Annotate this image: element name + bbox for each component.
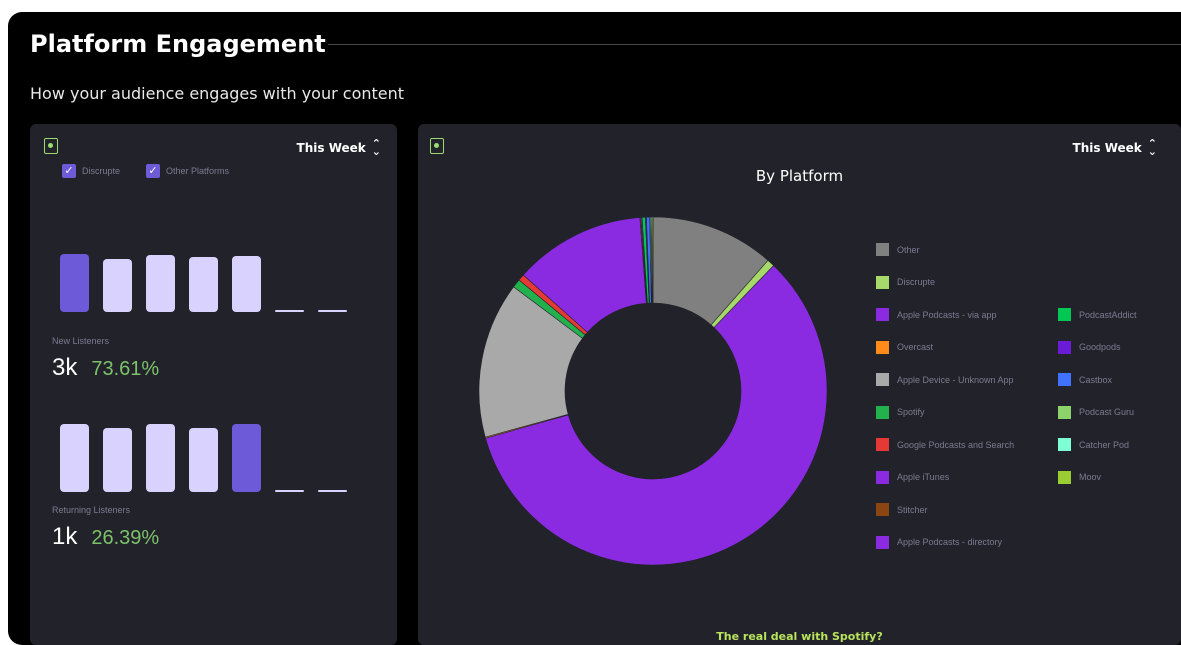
page-subtitle: How your audience engages with your cont… [30,84,405,103]
returning-listeners-count: 1k [52,523,78,550]
legend-label: Other [897,244,920,255]
legend-item-2[interactable]: Discrupte [876,275,936,289]
new-listeners-bar-2 [103,259,132,312]
legend-swatch [876,373,889,386]
checkbox-icon[interactable]: ✓ [146,164,160,178]
legend-label: Apple Podcasts - directory [897,537,1003,547]
legend-item-6[interactable]: Spotify [876,405,925,419]
spotify-article-link[interactable]: The real deal with Spotify? [418,630,1181,643]
legend-label: Moov [1079,472,1102,482]
legend-discrupte[interactable]: ✓ Discrupte [62,164,120,178]
legend-item-1[interactable]: Other [876,243,920,256]
new-listeners-metric: 3k 73.61% [52,354,159,382]
legend-label: Catcher Pod [1079,439,1130,450]
dashboard-panel: Platform Engagement How your audience en… [8,12,1181,645]
export-icon[interactable] [44,138,58,154]
sort-chevron-icon: ⌃ ⌄ [1147,137,1157,158]
returning-listeners-percent: 26.39% [91,527,160,549]
legend-swatch [876,438,889,451]
export-icon[interactable] [430,138,444,154]
legend-label: Podcast Guru [1079,407,1135,417]
legend-label: Goodpods [1079,342,1121,352]
legend-label: Castbox [1079,374,1113,385]
legend-swatch [1058,405,1071,419]
legend-label: Apple Device - Unknown App [897,374,1014,385]
legend-label: Google Podcasts and Search [897,439,1015,450]
legend-swatch [876,470,889,484]
legend-item-9[interactable]: Stitcher [876,503,928,516]
legend-swatch [876,405,889,419]
legend-swatch [1058,340,1071,354]
chart-title: By Platform [755,167,844,185]
listeners-card: This Week ⌃ ⌄ ✓ Discrupte ✓ Other Platfor… [30,124,397,645]
legend-label: Other Platforms [166,166,230,176]
legend-label: PodcastAddict [1079,309,1137,320]
legend-item-11[interactable]: PodcastAddict [1058,308,1137,321]
new-listeners-bar-6 [275,310,304,312]
returning-listeners-metric: 1k 26.39% [52,523,159,551]
new-listeners-bar-5 [232,256,261,312]
period-select-right[interactable]: This Week ⌃ ⌄ [1072,137,1157,158]
legend-other-platforms[interactable]: ✓ Other Platforms [146,164,229,178]
sort-chevron-icon: ⌃ ⌄ [371,137,381,158]
legend-label: Discrupte [82,166,121,176]
returning-listeners-bar-4 [189,428,218,492]
period-label: This Week [296,141,366,155]
legend-swatch [1058,373,1071,386]
legend-swatch [876,275,889,289]
donut-slice-16[interactable] [651,216,654,304]
returning-listeners-bar-2 [103,428,132,492]
legend-item-13[interactable]: Castbox [1058,373,1112,386]
new-listeners-bar-1 [60,254,89,312]
legend-label: Spotify [897,407,925,417]
platform-donut-chart [478,216,828,566]
legend-swatch [876,503,889,516]
legend-swatch [876,340,889,354]
legend-label: Apple Podcasts - via app [897,309,997,320]
returning-listeners-bar-6 [275,490,304,492]
checkbox-icon[interactable]: ✓ [62,164,76,178]
legend-item-10[interactable]: Apple Podcasts - directory [876,535,1003,549]
returning-listeners-bars [60,424,347,492]
legend-item-15[interactable]: Catcher Pod [1058,438,1129,451]
title-divider [328,44,1181,45]
legend-item-14[interactable]: Podcast Guru [1058,405,1135,419]
new-listeners-bar-4 [189,257,218,312]
legend-swatch [1058,438,1071,451]
legend-swatch [876,308,889,321]
by-platform-card: This Week ⌃ ⌄ By Platform Other Discrupte A… [418,124,1181,645]
returning-listeners-bar-5 [232,424,261,492]
new-listeners-label: New Listeners [52,336,110,346]
legend-item-8[interactable]: Apple iTunes [876,470,950,484]
legend-swatch [1058,470,1071,484]
legend-item-3[interactable]: Apple Podcasts - via app [876,308,997,321]
returning-listeners-bar-7 [318,490,347,492]
page-title: Platform Engagement [30,30,326,58]
returning-listeners-label: Returning Listeners [52,505,131,515]
legend-item-4[interactable]: Overcast [876,340,934,354]
legend-swatch [876,535,889,549]
new-listeners-bar-7 [318,310,347,312]
period-label: This Week [1072,141,1142,155]
legend-item-7[interactable]: Google Podcasts and Search [876,438,1014,451]
period-select-left[interactable]: This Week ⌃ ⌄ [296,137,381,158]
legend-swatch [876,243,889,256]
legend-label: Discrupte [897,277,936,287]
legend-item-12[interactable]: Goodpods [1058,340,1121,354]
legend-item-16[interactable]: Moov [1058,470,1102,484]
new-listeners-percent: 73.61% [91,358,160,380]
new-listeners-count: 3k [52,354,78,381]
legend-item-5[interactable]: Apple Device - Unknown App [876,373,1014,386]
legend-label: Overcast [897,342,934,352]
legend-label: Stitcher [897,504,928,515]
new-listeners-bar-3 [146,255,175,312]
legend-label: Apple iTunes [897,472,950,482]
legend-swatch [1058,308,1071,321]
returning-listeners-bar-3 [146,424,175,492]
new-listeners-bars [60,252,347,312]
returning-listeners-bar-1 [60,424,89,492]
